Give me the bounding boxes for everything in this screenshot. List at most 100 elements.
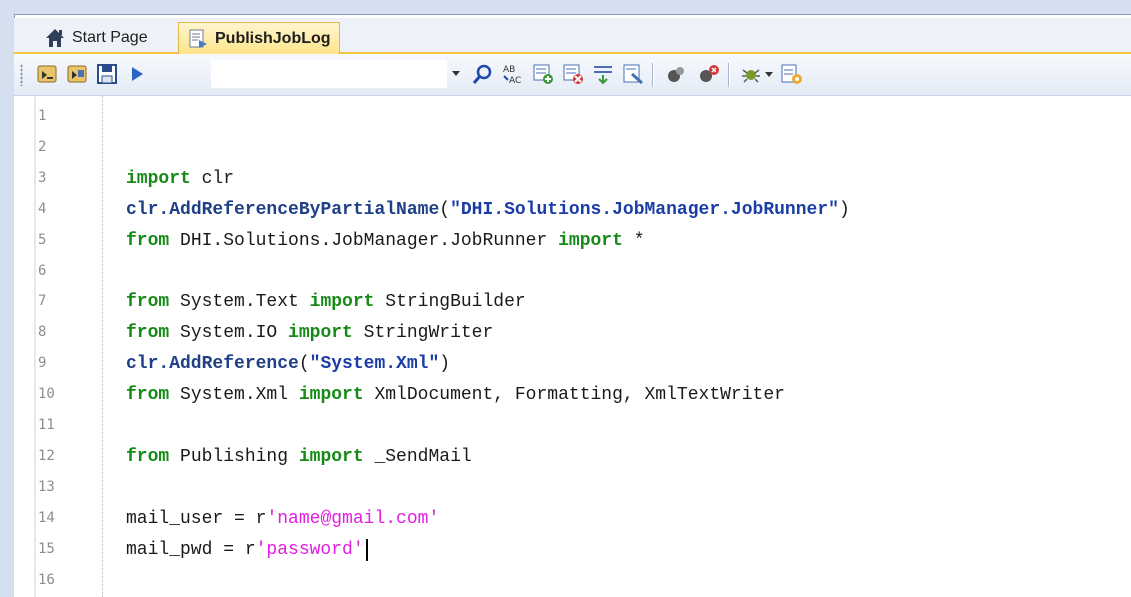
- comment-icon: [531, 62, 555, 86]
- code-line[interactable]: from Publishing import _SendMail: [126, 446, 472, 468]
- code-line[interactable]: clr.AddReference("System.Xml"): [126, 353, 450, 375]
- text-caret: [365, 538, 368, 561]
- code-token: import: [558, 230, 623, 251]
- code-token: mail_pwd = r: [126, 539, 256, 560]
- code-line[interactable]: clr.AddReferenceByPartialName("DHI.Solut…: [126, 199, 850, 221]
- uncomment-button[interactable]: [560, 61, 586, 87]
- code-token: from: [126, 385, 170, 406]
- save-script-icon: [65, 62, 89, 86]
- code-line[interactable]: mail_user = r'name@gmail.com': [126, 508, 439, 530]
- line-number: 11: [38, 417, 55, 433]
- code-token: Publishing: [169, 446, 299, 467]
- code-token: "System.Xml": [309, 354, 440, 375]
- tab-label: Start Page: [72, 29, 148, 46]
- comment-button[interactable]: [530, 61, 556, 87]
- toolbar-separator: [652, 63, 654, 87]
- code-token: from: [126, 323, 170, 344]
- save-button[interactable]: [94, 61, 120, 87]
- tab-publishjoblog[interactable]: PublishJobLog: [178, 22, 340, 54]
- replace-button[interactable]: AB AC: [500, 61, 526, 87]
- find-icon: [471, 62, 495, 86]
- code-token: System.IO: [169, 323, 289, 344]
- code-token: import: [309, 292, 375, 313]
- run-button[interactable]: [124, 61, 150, 87]
- indent-icon: [591, 62, 615, 86]
- outdent-icon: [621, 62, 645, 86]
- gutter-divider: [102, 96, 103, 597]
- line-number: 12: [38, 447, 55, 464]
- code-token: from: [126, 230, 170, 251]
- debug-button[interactable]: [738, 61, 764, 87]
- tab-strip: Start Page PublishJobLog: [14, 18, 1131, 54]
- tab-label: PublishJobLog: [215, 29, 331, 47]
- combo-dropdown-button[interactable]: [451, 66, 461, 80]
- code-token: clr.AddReference: [126, 354, 299, 375]
- save-script-button[interactable]: [64, 61, 90, 87]
- code-line[interactable]: mail_pwd = r'password': [126, 538, 368, 561]
- toggle-breakpoint-icon: [665, 62, 689, 86]
- line-number: 5: [38, 231, 47, 248]
- line-number: 4: [38, 200, 47, 217]
- code-line[interactable]: from DHI.Solutions.JobManager.JobRunner …: [126, 230, 645, 252]
- open-script-icon: [35, 62, 59, 86]
- script-document-icon: [187, 28, 209, 50]
- tools-button[interactable]: [778, 61, 804, 87]
- line-number: 1: [38, 108, 47, 124]
- svg-text:AC: AC: [509, 76, 521, 86]
- line-number: 8: [38, 324, 47, 341]
- code-token: *: [622, 230, 645, 251]
- code-token: from: [126, 446, 170, 467]
- replace-icon: AB AC: [501, 62, 525, 86]
- code-line[interactable]: from System.Text import StringBuilder: [126, 291, 526, 313]
- code-token: System.Text: [169, 292, 310, 313]
- clear-breakpoints-button[interactable]: [696, 61, 722, 87]
- debug-dropdown-button[interactable]: [762, 61, 776, 87]
- toggle-breakpoint-button[interactable]: [664, 61, 690, 87]
- uncomment-icon: [561, 62, 585, 86]
- code-token: 'password': [255, 539, 364, 560]
- code-token: "DHI.Solutions.JobManager.JobRunner": [450, 199, 839, 220]
- line-number: 9: [38, 355, 47, 372]
- code-token: System.Xml: [169, 385, 299, 406]
- code-token: (: [439, 199, 451, 220]
- code-token: ): [439, 354, 451, 375]
- code-token: XmlDocument, Formatting, XmlTextWriter: [363, 385, 785, 406]
- toolbar-grip[interactable]: [20, 64, 23, 86]
- toolbar: AB AC: [14, 54, 1131, 96]
- code-line[interactable]: from System.Xml import XmlDocument, Form…: [126, 384, 785, 406]
- code-line[interactable]: import clr: [126, 168, 234, 190]
- line-number: 16: [38, 571, 55, 588]
- code-line[interactable]: from System.IO import StringWriter: [126, 322, 493, 344]
- code-token: AddReferenceByPartialName: [169, 199, 440, 220]
- line-number: 2: [38, 138, 47, 155]
- code-token: clr: [190, 168, 235, 189]
- clear-breakpoints-icon: [697, 62, 721, 86]
- code-token: StringBuilder: [374, 292, 526, 313]
- toolbar-separator: [728, 63, 730, 87]
- line-number: 3: [38, 169, 47, 186]
- line-number: 14: [38, 509, 55, 526]
- svg-text:AB: AB: [503, 65, 515, 75]
- line-number: 13: [38, 478, 55, 495]
- code-token: ): [838, 199, 850, 220]
- gutter-margin: [34, 96, 36, 597]
- script-combo-input[interactable]: [211, 60, 447, 88]
- line-number: 15: [38, 540, 55, 557]
- line-number: 7: [38, 293, 47, 310]
- indent-button[interactable]: [590, 61, 616, 87]
- code-token: import: [126, 168, 191, 189]
- code-token: DHI.Solutions.JobManager.JobRunner: [169, 230, 559, 251]
- outdent-button[interactable]: [620, 61, 646, 87]
- code-editor[interactable]: 1 2 3 4 5 6 7 8 9 10 11 12 13 14 15 16 import clr clr.Ad…: [14, 96, 1131, 597]
- open-script-button[interactable]: [34, 61, 60, 87]
- code-token: 'name@gmail.com': [266, 508, 440, 529]
- code-token: StringWriter: [352, 323, 494, 344]
- code-token: _SendMail: [363, 446, 472, 467]
- tools-icon: [779, 62, 803, 86]
- chevron-down-icon: [452, 71, 460, 76]
- find-button[interactable]: [470, 61, 496, 87]
- code-token: clr.: [126, 199, 170, 220]
- line-number: 6: [38, 262, 47, 279]
- debug-icon: [739, 62, 763, 86]
- tab-start-page[interactable]: Start Page: [36, 24, 156, 52]
